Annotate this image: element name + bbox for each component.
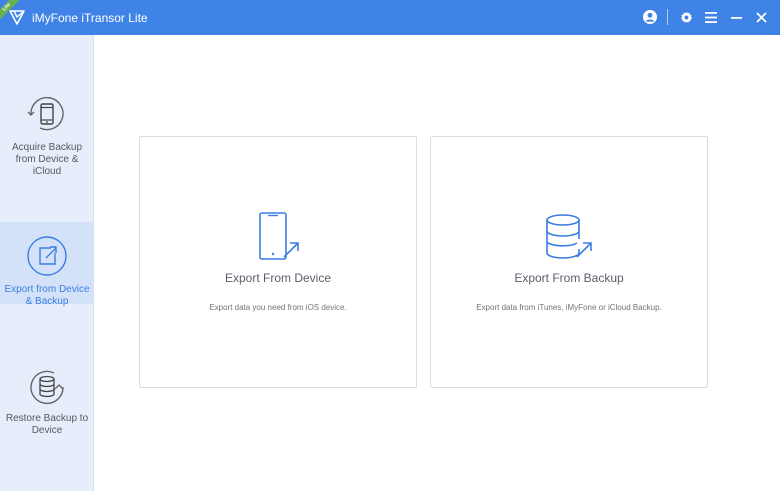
sidebar-item-label: Export from Device & Backup	[4, 284, 90, 307]
export-from-device-card[interactable]: Export From Device Export data you need …	[139, 136, 417, 388]
sidebar-item-export[interactable]: Export from Device & Backup	[0, 222, 94, 307]
sidebar-item-restore-backup[interactable]: Restore Backup to Device	[0, 365, 94, 445]
menu-icon[interactable]	[700, 7, 722, 27]
minimize-icon[interactable]	[725, 7, 747, 27]
export-from-backup-card[interactable]: Export From Backup Export data from iTun…	[430, 136, 708, 388]
window-controls	[636, 7, 772, 27]
database-restore-icon	[30, 370, 64, 405]
sidebar: Acquire Backup from Device & iCloud Expo…	[0, 35, 94, 491]
export-icon	[27, 236, 67, 276]
phone-backup-icon	[27, 96, 64, 131]
title-bar: Lite iMyFone iTransor Lite	[0, 0, 780, 35]
database-export-icon	[546, 214, 592, 259]
titlebar-divider	[667, 9, 668, 25]
card-title: Export From Backup	[514, 271, 624, 285]
card-description: Export data you need from iOS device.	[209, 303, 347, 312]
app-title: iMyFone iTransor Lite	[32, 11, 148, 25]
sidebar-item-acquire-backup[interactable]: Acquire Backup from Device & iCloud	[0, 92, 94, 182]
sidebar-item-label: Acquire Backup from Device & iCloud	[11, 142, 83, 177]
phone-export-icon	[259, 212, 299, 260]
sidebar-item-label: Restore Backup to Device	[5, 413, 89, 436]
card-title: Export From Device	[224, 271, 332, 285]
card-description: Export data from iTunes, iMyFone or iClo…	[476, 303, 662, 312]
settings-icon[interactable]	[675, 7, 697, 27]
close-icon[interactable]	[750, 7, 772, 27]
account-icon[interactable]	[639, 7, 661, 27]
app-logo-icon	[9, 10, 25, 25]
